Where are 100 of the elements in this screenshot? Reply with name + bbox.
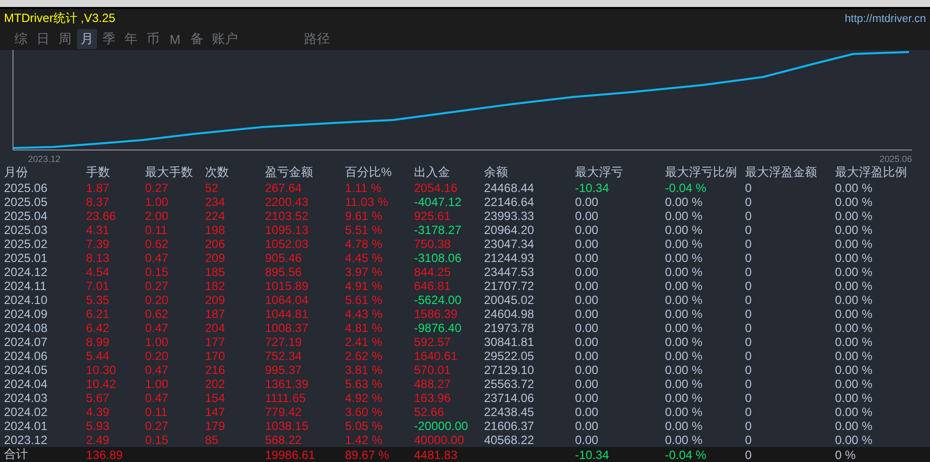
- table-cell-text: 6.42: [86, 321, 110, 335]
- period-tab[interactable]: M: [165, 30, 185, 48]
- table-cell-text: 22438.45: [484, 405, 536, 419]
- table-cell-text: 0: [745, 349, 753, 363]
- table-cell-text: 2023.12: [4, 433, 48, 447]
- column-header: 最大浮亏比例: [665, 164, 738, 181]
- table-cell-text: 40568.22: [484, 433, 536, 447]
- table-cell-text: 0: [745, 181, 753, 195]
- table-cell-text: 844.25: [414, 265, 452, 279]
- table-cell-text: 2024.08: [4, 321, 48, 335]
- table-cell-text: 0.00 %: [665, 377, 704, 391]
- table-cell-text: 179: [205, 419, 226, 433]
- period-tab[interactable]: 周: [55, 29, 75, 49]
- period-tab[interactable]: 备: [187, 29, 207, 49]
- total-cell-text: -10.34: [575, 448, 610, 462]
- table-cell-text: 0: [745, 391, 753, 405]
- table-cell-text: 2054.16: [414, 181, 458, 195]
- table-cell-text: 4.45 %: [345, 251, 384, 265]
- table-cell-text: 1.11 %: [345, 181, 382, 195]
- table-cell-text: 5.35: [86, 293, 110, 307]
- period-tab[interactable]: 日: [33, 29, 53, 49]
- table-cell-text: 147: [205, 405, 226, 419]
- table-cell-text: 4.54: [86, 265, 110, 279]
- table-cell-text: 0.00 %: [835, 391, 874, 405]
- table-cell-text: 0.47: [145, 363, 170, 377]
- table-cell-text: 0: [745, 377, 753, 391]
- total-cell-text: 19986.61: [265, 448, 316, 462]
- table-cell-text: 0.00 %: [835, 377, 874, 391]
- total-cell-text: 0 %: [835, 448, 857, 462]
- table-cell-text: 0: [745, 321, 753, 335]
- table-cell-text: 0.00: [575, 391, 600, 405]
- table-cell-text: -20000.00: [414, 419, 470, 433]
- table-cell-text: 4.81 %: [345, 321, 384, 335]
- table-cell-text: 0.00: [575, 335, 600, 349]
- table-cell-text: 0.00 %: [665, 293, 704, 307]
- period-tab[interactable]: 币: [143, 29, 163, 49]
- table-cell-text: 11.03 %: [345, 195, 390, 209]
- period-tab[interactable]: 季: [99, 29, 119, 49]
- table-cell-text: 1.00: [145, 195, 170, 209]
- table-cell-text: 204: [205, 321, 226, 335]
- table-cell-text: 10.42: [86, 377, 118, 391]
- column-header: 最大浮盈比例: [835, 164, 908, 181]
- period-tab[interactable]: 综: [11, 29, 31, 49]
- table-cell-text: 0: [745, 209, 753, 223]
- table-cell-text: 1111.65: [265, 391, 307, 405]
- table-cell-text: 0.27: [145, 181, 170, 195]
- table-cell-text: 0.00: [575, 237, 600, 251]
- table-cell-text: 488.27: [414, 377, 452, 391]
- table-cell-text: 85: [205, 433, 220, 447]
- table-cell-text: 0.00: [575, 321, 600, 335]
- table-cell-text: 2024.10: [4, 293, 48, 307]
- table-cell-text: 20964.20: [484, 223, 536, 237]
- table-cell-text: 2025.05: [4, 195, 48, 209]
- table-cell-text: 8.99: [86, 335, 110, 349]
- table-cell-text: 8.13: [86, 251, 110, 265]
- table-cell-text: 0.15: [145, 433, 170, 447]
- column-header: 余额: [484, 164, 509, 181]
- table-cell-text: 1.00: [145, 335, 170, 349]
- total-cell-text: 89.67 %: [345, 448, 390, 462]
- table-cell-text: 2024.04: [4, 377, 48, 391]
- table-cell-text: -9876.40: [414, 321, 462, 335]
- table-cell-text: 5.67: [86, 391, 110, 405]
- table-cell-text: 0.00: [575, 363, 600, 377]
- table-cell-text: 182: [205, 279, 226, 293]
- table-cell-text: 0.00 %: [665, 251, 704, 265]
- table-cell-text: 0.00 %: [835, 363, 874, 377]
- table-cell-text: 2024.09: [4, 307, 48, 321]
- table-cell-text: 0.00 %: [835, 237, 874, 251]
- table-cell-text: 267.64: [265, 181, 303, 195]
- table-cell-text: -4047.12: [414, 195, 462, 209]
- table-cell-text: 24468.44: [484, 181, 536, 195]
- table-cell-text: 0.11: [145, 223, 168, 237]
- table-cell-text: 163.96: [414, 391, 452, 405]
- table-cell-text: 0.15: [145, 265, 170, 279]
- table-cell-text: 4.78 %: [345, 237, 384, 251]
- table-cell-text: 568.22: [265, 433, 303, 447]
- table-cell-text: 4.43 %: [345, 307, 384, 321]
- period-tab[interactable]: 账户: [209, 29, 241, 49]
- table-cell-text: 8.37: [86, 195, 110, 209]
- table-cell-text: 209: [205, 293, 226, 307]
- table-cell-text: 2024.11: [4, 279, 48, 293]
- table-cell-text: 0.00 %: [835, 405, 874, 419]
- period-tab[interactable]: 路径: [301, 29, 333, 49]
- table-cell-text: 0.00 %: [835, 307, 874, 321]
- table-cell-text: 570.01: [414, 363, 452, 377]
- table-cell-text: 5.63 %: [345, 377, 384, 391]
- table-cell-text: 0.00: [575, 419, 600, 433]
- table-cell-text: 1052.03: [265, 237, 310, 251]
- period-tab[interactable]: 年: [121, 29, 141, 49]
- axis-label: 2023.12: [28, 154, 61, 164]
- table-cell-text: 0.00 %: [665, 237, 704, 251]
- table-cell-text: 0.47: [145, 251, 170, 265]
- total-cell-text: 0: [745, 448, 753, 462]
- table-cell-text: 0.47: [145, 391, 170, 405]
- table-cell-text: 0.00 %: [835, 223, 874, 237]
- table-cell-text: 0.00 %: [835, 293, 874, 307]
- website-link[interactable]: http://mtdriver.cn: [844, 12, 926, 24]
- table-cell-text: 0.62: [145, 237, 170, 251]
- table-cell-text: 0.00 %: [835, 181, 874, 195]
- period-tab[interactable]: 月: [77, 29, 97, 49]
